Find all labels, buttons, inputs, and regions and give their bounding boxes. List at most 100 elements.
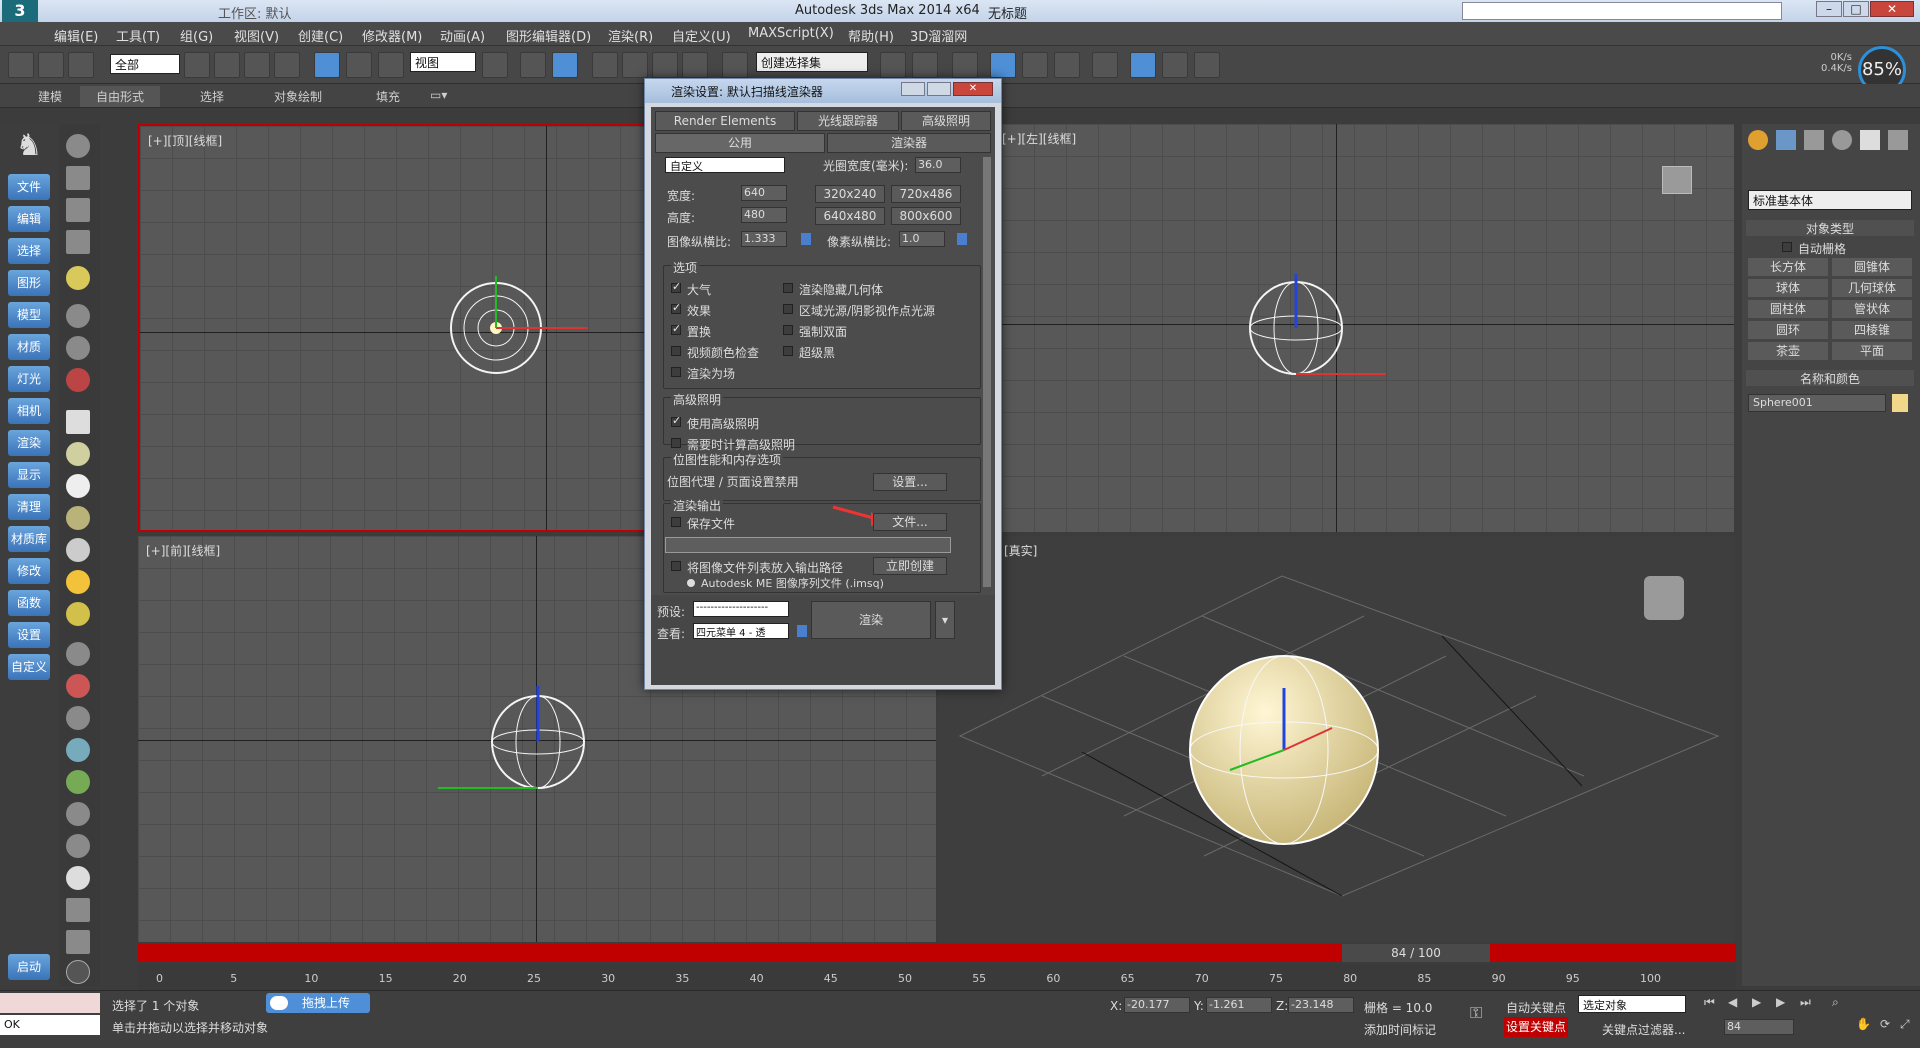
bind-spacewarp-icon[interactable] (68, 52, 94, 78)
menu-graph-editors[interactable]: 图形编辑器(D) (506, 26, 591, 45)
quick-camera-button[interactable]: 相机 (8, 398, 50, 424)
goto-end-icon[interactable]: ⏭ (1800, 995, 1816, 1011)
menu-3d66[interactable]: 3D溜溜网 (910, 26, 967, 45)
box-button[interactable]: 长方体 (1748, 258, 1828, 276)
rect-selection-icon[interactable] (244, 52, 270, 78)
name-color-rollout[interactable]: 名称和颜色 (1746, 370, 1914, 386)
viewport-left[interactable]: [+][左][线框] (1002, 124, 1734, 532)
ref-coord-select[interactable]: 视图 (410, 52, 476, 72)
tab-render-elements[interactable]: Render Elements (655, 111, 795, 131)
ribbon-tab-object-paint[interactable]: 对象绘制 (274, 88, 322, 105)
named-selection-select[interactable]: 创建选择集 (756, 52, 868, 72)
unlink-icon[interactable] (38, 52, 64, 78)
quick-settings-button[interactable]: 设置 (8, 622, 50, 648)
particles-icon[interactable] (66, 642, 90, 666)
advlight-checkbox[interactable] (671, 414, 681, 427)
cmd-tab-motion-icon[interactable] (1832, 130, 1852, 150)
menu-customize[interactable]: 自定义(U) (672, 26, 731, 45)
zoom-icon[interactable]: ⌕ (1832, 995, 1848, 1011)
menu-group[interactable]: 组(G) (180, 26, 213, 45)
dialog-minimize-button[interactable] (901, 82, 925, 96)
quick-modify-button[interactable]: 修改 (8, 558, 50, 584)
object-name-field[interactable]: Sphere001 (1748, 394, 1886, 412)
gold-sphere-icon[interactable] (66, 602, 90, 626)
view-select[interactable]: 四元菜单 4 - 透 (693, 623, 789, 639)
cmd-tab-modify-icon[interactable] (1776, 130, 1796, 150)
z-coord-field[interactable]: -23.148 (1288, 997, 1354, 1013)
bitmap-setup-button[interactable]: 设置... (873, 473, 947, 491)
option-checkbox[interactable] (783, 304, 793, 314)
key-mode-select[interactable]: 选定对象 (1578, 995, 1686, 1013)
maxscript-output-mini[interactable]: OK (0, 1015, 100, 1035)
image-icon[interactable] (66, 166, 90, 190)
aperture-spinner[interactable]: 36.0 (915, 157, 961, 173)
set-key-button[interactable]: 设置关键点 (1504, 1017, 1568, 1037)
cmd-tab-utilities-icon[interactable] (1888, 130, 1908, 150)
hf-icon[interactable] (66, 802, 90, 826)
window-crossing-icon[interactable] (274, 52, 300, 78)
quick-material-button[interactable]: 材质 (8, 334, 50, 360)
select-object-icon[interactable] (184, 52, 210, 78)
cmd-tab-display-icon[interactable] (1860, 130, 1880, 150)
option-checkbox[interactable] (783, 325, 793, 335)
current-frame-field[interactable]: 84 (1724, 1019, 1794, 1035)
viewport-left-label[interactable]: [+][左][线框] (1002, 130, 1076, 147)
viewport-top-label[interactable]: [+][顶][线框] (148, 132, 222, 149)
primitive-type-select[interactable]: 标准基本体 (1748, 190, 1912, 210)
res-800x600-button[interactable]: 800x600 (891, 207, 961, 225)
cone-button[interactable]: 圆锥体 (1832, 258, 1912, 276)
tube-button[interactable]: 管状体 (1832, 300, 1912, 318)
move-icon[interactable] (314, 52, 340, 78)
option-checkbox[interactable] (783, 283, 793, 293)
option-checkbox[interactable] (671, 367, 681, 377)
gear-icon[interactable] (66, 738, 90, 762)
autogrid-checkbox[interactable] (1782, 242, 1792, 252)
ribbon-options-icon[interactable]: ▭▾ (430, 88, 447, 102)
files-button[interactable]: 文件... (873, 513, 947, 531)
quick-customize-button[interactable]: 自定义 (8, 654, 50, 680)
play-icon[interactable]: ▶ (1752, 995, 1768, 1011)
advlight-checkbox[interactable] (671, 438, 681, 448)
sphere-button[interactable]: 球体 (1748, 279, 1828, 297)
prev-frame-icon[interactable]: ◀ (1728, 995, 1744, 1011)
curve-editor-icon[interactable] (1022, 52, 1048, 78)
link-icon[interactable] (8, 52, 34, 78)
menu-tools[interactable]: 工具(T) (116, 26, 160, 45)
pixel-aspect-spinner[interactable]: 1.0 (899, 231, 945, 247)
app-logo-icon[interactable]: 3 (2, 0, 38, 22)
ribbon-tab-modeling[interactable]: 建模 (38, 88, 62, 105)
selection-filter-select[interactable]: 全部 (110, 54, 180, 74)
menu-help[interactable]: 帮助(H) (848, 26, 894, 45)
video-camera-icon[interactable] (66, 368, 90, 392)
tab-advanced-lighting[interactable]: 高级照明 (901, 111, 991, 131)
teapot-button[interactable]: 茶壶 (1748, 342, 1828, 360)
camera-icon[interactable] (66, 304, 90, 328)
dialog-maximize-button[interactable] (927, 82, 951, 96)
edit-named-sets-icon[interactable] (722, 52, 748, 78)
height-spinner[interactable]: 480 (741, 207, 787, 223)
sphere-left-wireframe[interactable] (1246, 274, 1396, 384)
device-icon[interactable] (66, 930, 90, 954)
align-icon[interactable] (912, 52, 938, 78)
key-icon[interactable]: ⚿ (1470, 1003, 1496, 1022)
res-320x240-button[interactable]: 320x240 (815, 185, 885, 203)
maximize-button[interactable]: □ (1843, 1, 1869, 17)
track-bar[interactable]: 0 5 10 15 20 25 30 35 40 45 50 55 60 65 70 75 80 85 90 95 10… (138, 964, 1736, 990)
option-checkbox[interactable] (671, 301, 681, 314)
quick-model-button[interactable]: 模型 (8, 302, 50, 328)
spray-icon[interactable] (66, 674, 90, 698)
start-button[interactable]: 启动 (8, 954, 50, 980)
dialog-close-button[interactable]: ✕ (953, 82, 993, 96)
x-coord-field[interactable]: -20.177 (1124, 997, 1190, 1013)
schematic-view-icon[interactable] (1054, 52, 1080, 78)
output-path-field[interactable] (665, 537, 951, 553)
white-sphere-icon[interactable] (66, 866, 90, 890)
quick-cleanup-button[interactable]: 清理 (8, 494, 50, 520)
maxscript-listener-mini[interactable] (0, 993, 100, 1013)
render-production-icon[interactable] (1194, 52, 1220, 78)
tab-renderer[interactable]: 渲染器 (827, 133, 991, 153)
res-720x486-button[interactable]: 720x486 (891, 185, 961, 203)
menu-create[interactable]: 创建(C) (298, 26, 343, 45)
pan-icon[interactable]: ✋ (1856, 1017, 1872, 1033)
time-slider-thumb[interactable]: 84 / 100 (1342, 944, 1490, 962)
